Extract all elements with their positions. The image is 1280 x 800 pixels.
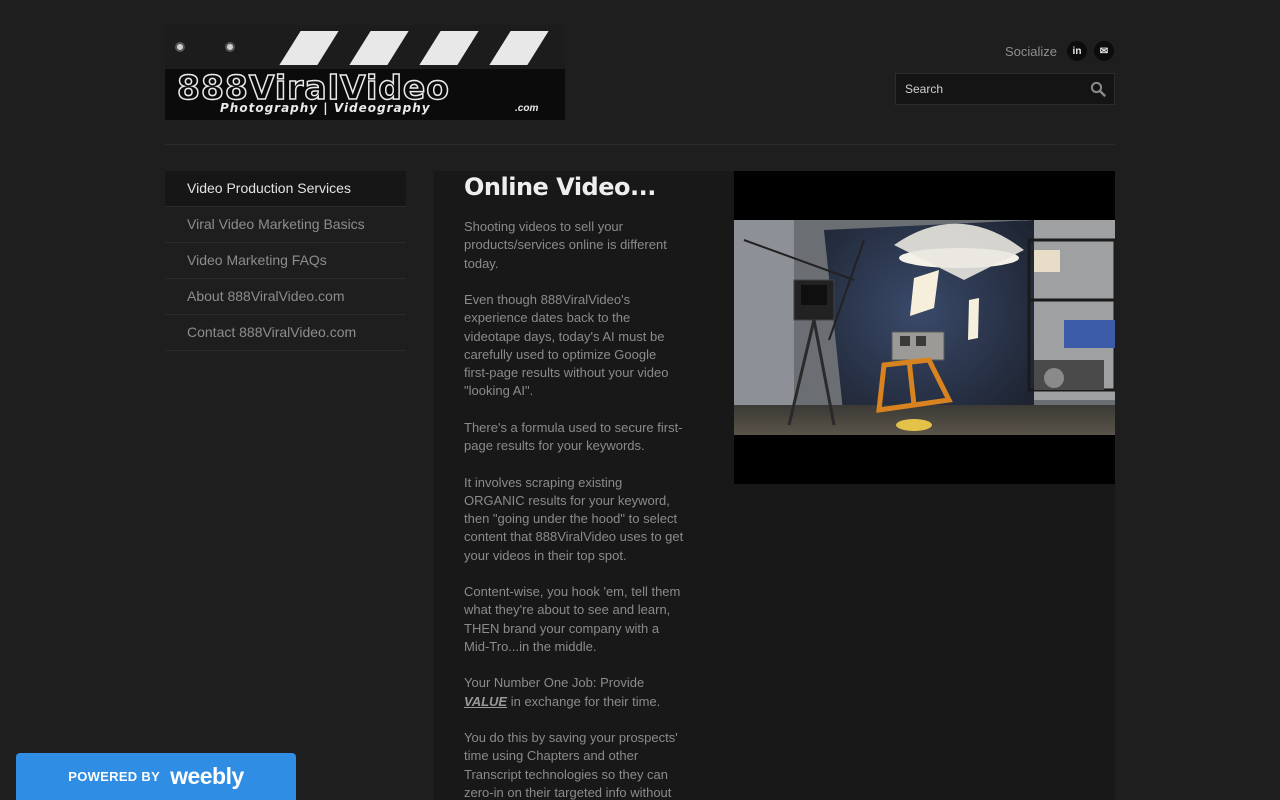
sidebar-nav: Video Production Services Viral Video Ma… (165, 171, 406, 351)
clapper-stripe (349, 31, 409, 65)
logo-dotcom: .com (515, 103, 539, 114)
video-player[interactable] (734, 171, 1115, 484)
weebly-badge[interactable]: POWERED BY weebly (16, 753, 296, 800)
logo-brand-text: 888ViralVideo (176, 68, 450, 107)
clapperboard-top (165, 25, 565, 69)
job-suffix: in exchange for their time. (507, 693, 661, 709)
paragraph: There's a formula used to secure first-p… (464, 419, 683, 454)
logo-tagline: Photography | Videography (220, 101, 431, 115)
paragraph-value: Your Number One Job: Provide VALUE in exc… (464, 674, 684, 711)
paragraph: Shooting videos to sell your products/se… (464, 219, 667, 271)
weebly-logo: weebly (170, 763, 244, 789)
paragraph: You do this by saving your prospects' ti… (464, 730, 678, 800)
nav-item-viral-video-marketing-basics[interactable]: Viral Video Marketing Basics (165, 207, 406, 243)
video-frame[interactable] (734, 220, 1115, 435)
bolt-icon (225, 42, 235, 52)
job-prefix: Your Number One Job: Provide (464, 675, 645, 691)
page-title: Online Video... (464, 173, 656, 201)
value-emphasis: VALUE (464, 693, 508, 709)
site-logo[interactable]: 888ViralVideo Photography | Videography … (165, 25, 565, 120)
bolt-icon (175, 42, 185, 52)
socialize-label: Socialize (1005, 44, 1058, 59)
paragraph: It involves scraping existing ORGANIC re… (464, 474, 684, 563)
mail-icon[interactable]: ✉ (1094, 41, 1114, 61)
paragraph: Even though 888ViralVideo's experience d… (464, 291, 669, 399)
search-icon[interactable] (1090, 81, 1106, 97)
studio-scene-image (734, 220, 1115, 435)
article-body: Shooting videos to sell your products/se… (464, 218, 684, 800)
paragraph: Content-wise, you hook 'em, tell them wh… (464, 584, 681, 655)
search-input[interactable] (896, 74, 1086, 104)
clapper-stripe (279, 31, 339, 65)
nav-item-contact[interactable]: Contact 888ViralVideo.com (165, 315, 406, 351)
clapper-stripe (489, 31, 549, 65)
clapper-stripe (419, 31, 479, 65)
linkedin-icon[interactable]: in (1067, 41, 1087, 61)
powered-by-label: POWERED BY (68, 769, 161, 784)
nav-item-video-production-services[interactable]: Video Production Services (165, 171, 406, 207)
nav-item-about[interactable]: About 888ViralVideo.com (165, 279, 406, 315)
header-divider (165, 144, 1115, 145)
search-box (895, 73, 1115, 105)
nav-item-video-marketing-faqs[interactable]: Video Marketing FAQs (165, 243, 406, 279)
main-content: Online Video... Shooting videos to sell … (434, 171, 1115, 800)
